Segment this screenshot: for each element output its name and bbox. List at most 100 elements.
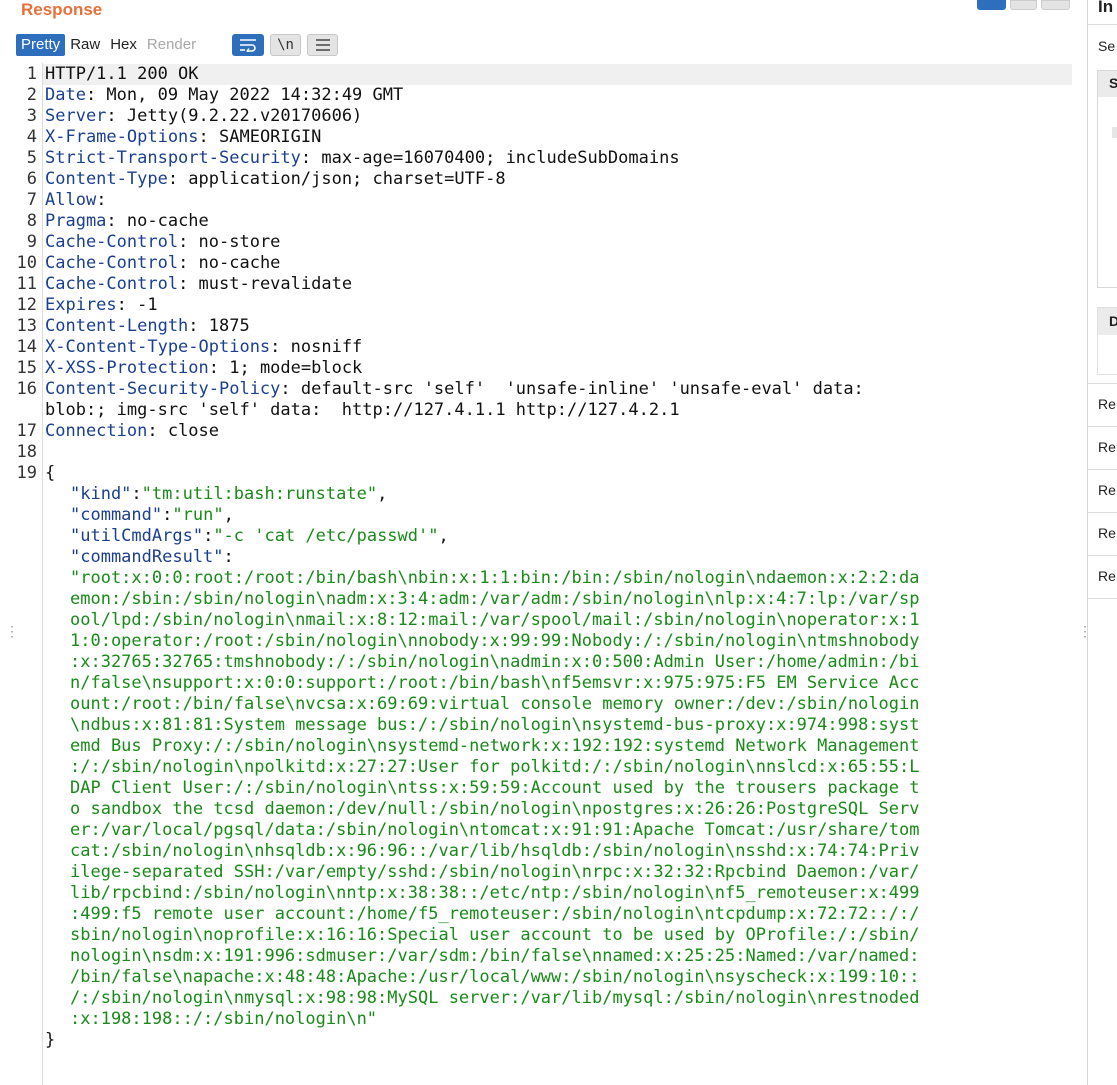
json-string-value: cat:/sbin/nologin\nhsqldb:x:96:96::/var/… [70,841,920,861]
code-line: n/false\nsupport:x:0:0:support:/root:/bi… [0,673,1075,694]
inspector-panel: In Se S P H X A = C C D Re Re Re Re Re [1088,0,1117,1085]
inspector-row-label: Re [1098,482,1116,498]
show-newlines-button[interactable]: \n [270,34,301,56]
line-number: 13 [16,316,37,336]
header-name: X-Content-Type-Options [45,337,271,357]
line-content: Server: Jetty(9.2.22.v20170606) [45,106,362,127]
inspector-row[interactable]: Re [1088,427,1117,470]
code-line: nologin\nsdm:x:191:996:sdmuser:/var/sdm:… [0,946,1075,967]
json-string-value: :/:/sbin/nologin\npolkitd:x:27:27:User f… [70,757,920,777]
header-value: : 1875 [188,316,250,336]
line-number: 10 [16,253,37,273]
code-line: "command":"run", [0,505,1075,526]
line-content: "utilCmdArgs":"-c 'cat /etc/passwd'", [70,526,449,547]
line-content: emd Bus Proxy:/:/sbin/nologin\nsystemd-n… [70,736,920,757]
line-number: 16 [16,379,37,399]
code-line: blob:; img-src 'self' data: http://127.4… [0,400,1075,421]
line-content: :x:32765:32765:tmshnobody:/:/sbin/nologi… [70,652,920,673]
code-line: cat:/sbin/nologin\nhsqldb:x:96:96::/var/… [0,841,1075,862]
json-string-value: sbin/nologin\noprofile:x:16:16:Special u… [70,925,920,945]
inspector-row[interactable]: Re [1088,384,1117,427]
line-number: 8 [26,211,37,231]
tab-render[interactable]: Render [142,34,201,56]
code-line: "root:x:0:0:root:/root:/bin/bash\nbin:x:… [0,568,1075,589]
inspector-selection-box[interactable]: S P H X A = C C [1097,70,1117,288]
code-line: "utilCmdArgs":"-c 'cat /etc/passwd'", [0,526,1075,547]
menu-button[interactable] [307,34,338,56]
header-value: { [45,463,56,483]
code-line: \ndbus:x:81:81:System message bus:/:/sbi… [0,715,1075,736]
code-line: 3 Server: Jetty(9.2.22.v20170606) [0,106,1075,127]
line-content: ount:/root:/bin/false\nvcsa:x:69:69:virt… [70,694,920,715]
line-number: 7 [26,190,37,210]
right-resize-handle-icon[interactable]: ⋮ [1078,624,1092,638]
left-resize-handle-icon[interactable]: ⋮ [5,624,19,638]
line-content: /:/sbin/nologin\nmysql:x:98:98:MySQL ser… [70,988,920,1009]
header-name: Date [45,85,86,105]
header-value: : must-revalidate [178,274,353,294]
json-comma: , [377,484,388,504]
layout-toggle-split[interactable] [977,0,1006,10]
code-line: 15 X-XSS-Protection: 1; mode=block [0,358,1075,379]
header-name: Pragma [45,211,107,231]
word-wrap-button[interactable] [232,34,264,56]
header-name: Expires [45,295,117,315]
json-string-value: \ndbus:x:81:81:System message bus:/:/sbi… [70,715,920,735]
header-value: : no-cache [106,211,209,231]
line-content: X-Content-Type-Options: nosniff [45,337,362,358]
line-number: 17 [16,421,37,441]
json-string-value: :499:f5 remote user account:/home/f5_rem… [70,904,920,924]
hamburger-icon [315,39,330,51]
json-string-value: lib/rpcbind:/sbin/nologin\nntp:x:38:38::… [70,883,920,903]
inspector-row[interactable]: Re [1088,513,1117,556]
code-line: :x:198:198::/:/sbin/nologin\n" [0,1009,1075,1030]
inspector-box-header: S [1098,71,1117,97]
inspector-decoded-box[interactable]: D [1097,307,1117,375]
json-string-value: emd Bus Proxy:/:/sbin/nologin\nsystemd-n… [70,736,920,756]
header-name: Cache-Control [45,253,179,273]
line-number: 5 [26,148,37,168]
inspector-selection-label: Se [1098,38,1116,54]
json-comma: , [438,526,449,546]
json-colon: : [162,505,173,525]
header-name: Connection [45,421,148,441]
line-content: Expires: -1 [45,295,158,316]
inspector-row[interactable]: Re [1088,470,1117,513]
layout-toggle-horizontal[interactable] [1010,0,1037,10]
line-number: 18 [16,442,37,462]
code-line: 9 Cache-Control: no-store [0,232,1075,253]
line-number: 6 [26,169,37,189]
line-content: "command":"run", [70,505,234,526]
code-line: } [0,1030,1075,1051]
code-line: ool/lpd:/sbin/nologin\nmail:x:8:12:mail:… [0,610,1075,631]
code-line: sbin/nologin\noprofile:x:16:16:Special u… [0,925,1075,946]
line-content: :x:198:198::/:/sbin/nologin\n" [70,1009,377,1030]
code-line: 6 Content-Type: application/json; charset… [0,169,1075,190]
json-string-value: 1:0:operator:/root:/sbin/nologin\nnobody… [70,631,920,651]
json-key: "utilCmdArgs" [70,526,204,546]
line-content: n/false\nsupport:x:0:0:support:/root:/bi… [70,673,920,694]
code-line: 13 Content-Length: 1875 [0,316,1075,337]
code-line: 19 { [0,463,1075,484]
message-editor[interactable]: 1 HTTP/1.1 200 OK 2 Date: Mon, 09 May 2022 … [0,63,1080,1085]
line-content: ool/lpd:/sbin/nologin\nmail:x:8:12:mail:… [70,610,920,631]
inspector-row[interactable]: Re [1088,556,1117,599]
response-title: Response [21,0,103,19]
json-string-value: o sandbox the tcsd daemon:/dev/null:/sbi… [70,799,920,819]
code-line: 8 Pragma: no-cache [0,211,1075,232]
tab-hex[interactable]: Hex [105,34,142,56]
line-content: /bin/false\napache:x:48:48:Apache:/usr/l… [70,967,920,988]
header-name: Content-Length [45,316,189,336]
json-string-value: "-c 'cat /etc/passwd'" [213,526,439,546]
tab-raw[interactable]: Raw [65,34,105,56]
json-string-value: n/false\nsupport:x:0:0:support:/root:/bi… [70,673,920,693]
inspector-row-label: Re [1098,568,1116,584]
line-content: 1:0:operator:/root:/sbin/nologin\nnobody… [70,631,920,652]
json-colon: : [203,526,214,546]
code-line: lib/rpcbind:/sbin/nologin\nntp:x:38:38::… [0,883,1075,904]
layout-toggle-vertical[interactable] [1041,0,1070,10]
line-content: Content-Length: 1875 [45,316,250,337]
line-content: Pragma: no-cache [45,211,209,232]
tab-pretty[interactable]: Pretty [16,34,66,56]
json-string-value: emon:/sbin:/sbin/nologin\nadm:x:3:4:adm:… [70,589,920,609]
